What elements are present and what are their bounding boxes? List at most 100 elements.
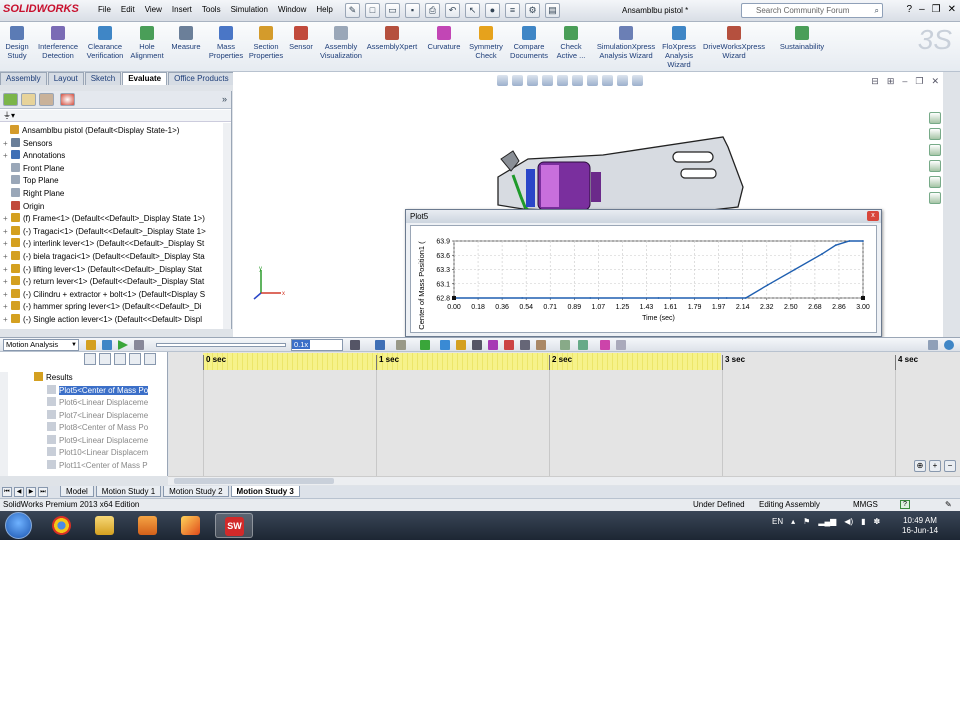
view-palette-icon[interactable] <box>929 160 941 172</box>
status-help-icon[interactable]: ? <box>900 500 910 509</box>
previous-view-icon[interactable] <box>527 75 538 86</box>
ribbon-button-simulationxpress-analysis-wizard[interactable]: SimulationXpress Analysis Wizard <box>596 26 656 60</box>
edit-appearance-icon[interactable] <box>602 75 613 86</box>
tree-filter[interactable]: ⏚▾ <box>0 110 231 122</box>
show-hidden-icons-icon[interactable]: ▴ <box>791 517 795 526</box>
gravity-icon[interactable] <box>536 340 546 350</box>
contact-icon[interactable] <box>520 340 530 350</box>
print-icon[interactable]: ⎙ <box>425 3 440 18</box>
tab-sketch[interactable]: Sketch <box>84 72 122 85</box>
file-explorer-icon[interactable] <box>929 144 941 156</box>
zoom-to-fit-timeline-icon[interactable]: ⊕ <box>914 460 926 472</box>
toolbar-extra-icon[interactable] <box>616 340 626 350</box>
feature-tree-item[interactable]: Top Plane <box>0 175 222 188</box>
ribbon-button-hole-alignment[interactable]: Hole Alignment <box>128 26 166 60</box>
filter-results-icon[interactable] <box>129 353 141 365</box>
timeline-scrollbar-thumb[interactable] <box>174 478 334 484</box>
add-key-icon[interactable] <box>440 340 450 350</box>
zoom-in-timeline-icon[interactable]: + <box>929 460 941 472</box>
display-manager-tab-icon[interactable] <box>60 93 75 106</box>
taskbar-solidworks[interactable]: SW <box>215 513 253 538</box>
filter-selected-icon[interactable] <box>114 353 126 365</box>
menu-tools[interactable]: Tools <box>202 5 221 14</box>
ribbon-button-floxpress-analysis-wizard[interactable]: FloXpress Analysis Wizard <box>660 26 698 69</box>
start-button[interactable] <box>5 512 32 539</box>
taskbar-media-player[interactable] <box>129 513 167 538</box>
playback-zoom-select[interactable]: 0.1x <box>291 339 343 351</box>
feature-tree-item[interactable]: Ansamblbu pistol (Default<Display State-… <box>0 125 222 138</box>
viewport-close-icon[interactable]: ✕ <box>931 76 939 87</box>
plot-item[interactable]: Plot7<Linear Displaceme <box>0 409 166 423</box>
feature-tree-item[interactable]: + (-) hammer spring lever<1> (Default<<De… <box>0 301 222 314</box>
tree-scrollbar[interactable] <box>223 123 231 329</box>
search-icon[interactable]: ⌕ <box>875 4 879 17</box>
viewport-restore-icon[interactable]: ❐ <box>915 76 923 87</box>
feature-tree-item[interactable]: + (-) Single action lever<1> (Default<<De… <box>0 314 222 327</box>
solidworks-resources-icon[interactable] <box>929 112 941 124</box>
ribbon-button-design-study[interactable]: Design Study <box>2 26 32 60</box>
spring-icon[interactable] <box>472 340 482 350</box>
viewport-minimize-icon[interactable]: – <box>902 76 907 87</box>
next-tab-icon[interactable]: ▶ <box>26 487 36 497</box>
tray-app-icon[interactable]: ✽ <box>874 517 881 526</box>
plot-item[interactable]: Plot6<Linear Displaceme <box>0 397 166 410</box>
filter-animated-icon[interactable] <box>84 353 96 365</box>
ribbon-button-symmetry-check[interactable]: Symmetry Check <box>467 26 505 60</box>
menu-help[interactable]: Help <box>316 5 332 14</box>
study-tab-model[interactable]: Model <box>60 486 94 497</box>
timeline[interactable]: 0 sec 1 sec 2 sec 3 sec 4 sec ⊕ + − <box>169 352 960 476</box>
battery-icon[interactable]: ▮ <box>861 517 865 526</box>
motion-manager-split-icon[interactable] <box>928 340 938 350</box>
feature-tree-item[interactable]: + Sensors <box>0 137 222 151</box>
filter-driving-icon[interactable] <box>99 353 111 365</box>
autokey-icon[interactable] <box>420 340 430 350</box>
ribbon-button-assembly-visualization[interactable]: Assembly Visualization <box>318 26 364 60</box>
damper-icon[interactable] <box>488 340 498 350</box>
feature-tree-tab-icon[interactable] <box>3 93 18 106</box>
expand-toggle-icon[interactable]: + <box>3 290 11 299</box>
expand-toggle-icon[interactable]: + <box>3 302 11 311</box>
appearances-icon[interactable] <box>929 176 941 188</box>
viewport-split-icon[interactable]: ⊟ <box>871 76 879 87</box>
results-folder[interactable]: Results <box>0 372 166 385</box>
minimize-icon[interactable]: – <box>919 4 925 15</box>
expand-toggle-icon[interactable]: + <box>3 315 11 324</box>
study-tab-motion-study-2[interactable]: Motion Study 2 <box>163 486 229 497</box>
action-center-icon[interactable]: ⚑ <box>803 517 810 526</box>
feature-tree-item[interactable]: Origin <box>0 200 222 214</box>
expand-toggle-icon[interactable]: + <box>3 265 11 274</box>
ribbon-button-driveworksxpress-wizard[interactable]: DriveWorksXpress Wizard <box>700 26 768 60</box>
section-view-icon[interactable] <box>542 75 553 86</box>
feature-tree-item[interactable]: + Annotations <box>0 150 222 163</box>
custom-properties-icon[interactable] <box>929 192 941 204</box>
plot-window[interactable]: Plot5 x 0.00 0.18 0.36 0.54 0.71 0.89 1.07 1.25… <box>405 209 882 337</box>
playback-mode-icon[interactable] <box>350 340 360 350</box>
search-community-input[interactable]: Search Community Forum ⌕ <box>741 3 883 18</box>
force-icon[interactable] <box>504 340 514 350</box>
playback-speed-slider[interactable] <box>156 343 286 347</box>
status-units[interactable]: MMGS <box>853 499 878 511</box>
file-properties-icon[interactable]: ≡ <box>505 3 520 18</box>
feature-tree-item[interactable]: + (-) biela tragaci<1> (Default<<Default>… <box>0 251 222 264</box>
motion-study-properties-icon[interactable] <box>578 340 588 350</box>
display-style-icon[interactable] <box>572 75 583 86</box>
feature-tree-item[interactable]: + (-) Tragaci<1> (Default<<Default>_Displ… <box>0 225 222 239</box>
menu-file[interactable]: File <box>98 5 111 14</box>
apply-scene-icon[interactable] <box>617 75 628 86</box>
ribbon-button-section-properties[interactable]: Section Properties <box>247 26 285 60</box>
collapse-motion-manager-icon[interactable] <box>600 340 610 350</box>
ribbon-button-assemblyxpert[interactable]: AssemblyXpert <box>366 26 418 51</box>
expand-toggle-icon[interactable]: + <box>3 214 11 223</box>
ribbon-button-interference-detection[interactable]: Interference Detection <box>34 26 82 60</box>
view-orientation-icon[interactable] <box>557 75 568 86</box>
first-tab-icon[interactable]: ⏮ <box>2 487 12 497</box>
status-edit-icon[interactable]: ✎ <box>945 499 952 511</box>
study-tab-motion-study-3[interactable]: Motion Study 3 <box>230 486 300 497</box>
expand-toggle-icon[interactable]: + <box>3 139 11 148</box>
ribbon-button-check-active[interactable]: Check Active ... <box>553 26 589 60</box>
tab-layout[interactable]: Layout <box>47 72 84 85</box>
ribbon-button-compare-documents[interactable]: Compare Documents <box>508 26 550 60</box>
expand-toggle-icon[interactable]: + <box>3 277 11 286</box>
filter-icon[interactable]: ⏚▾ <box>3 111 15 120</box>
new-document-icon[interactable]: □ <box>365 3 380 18</box>
